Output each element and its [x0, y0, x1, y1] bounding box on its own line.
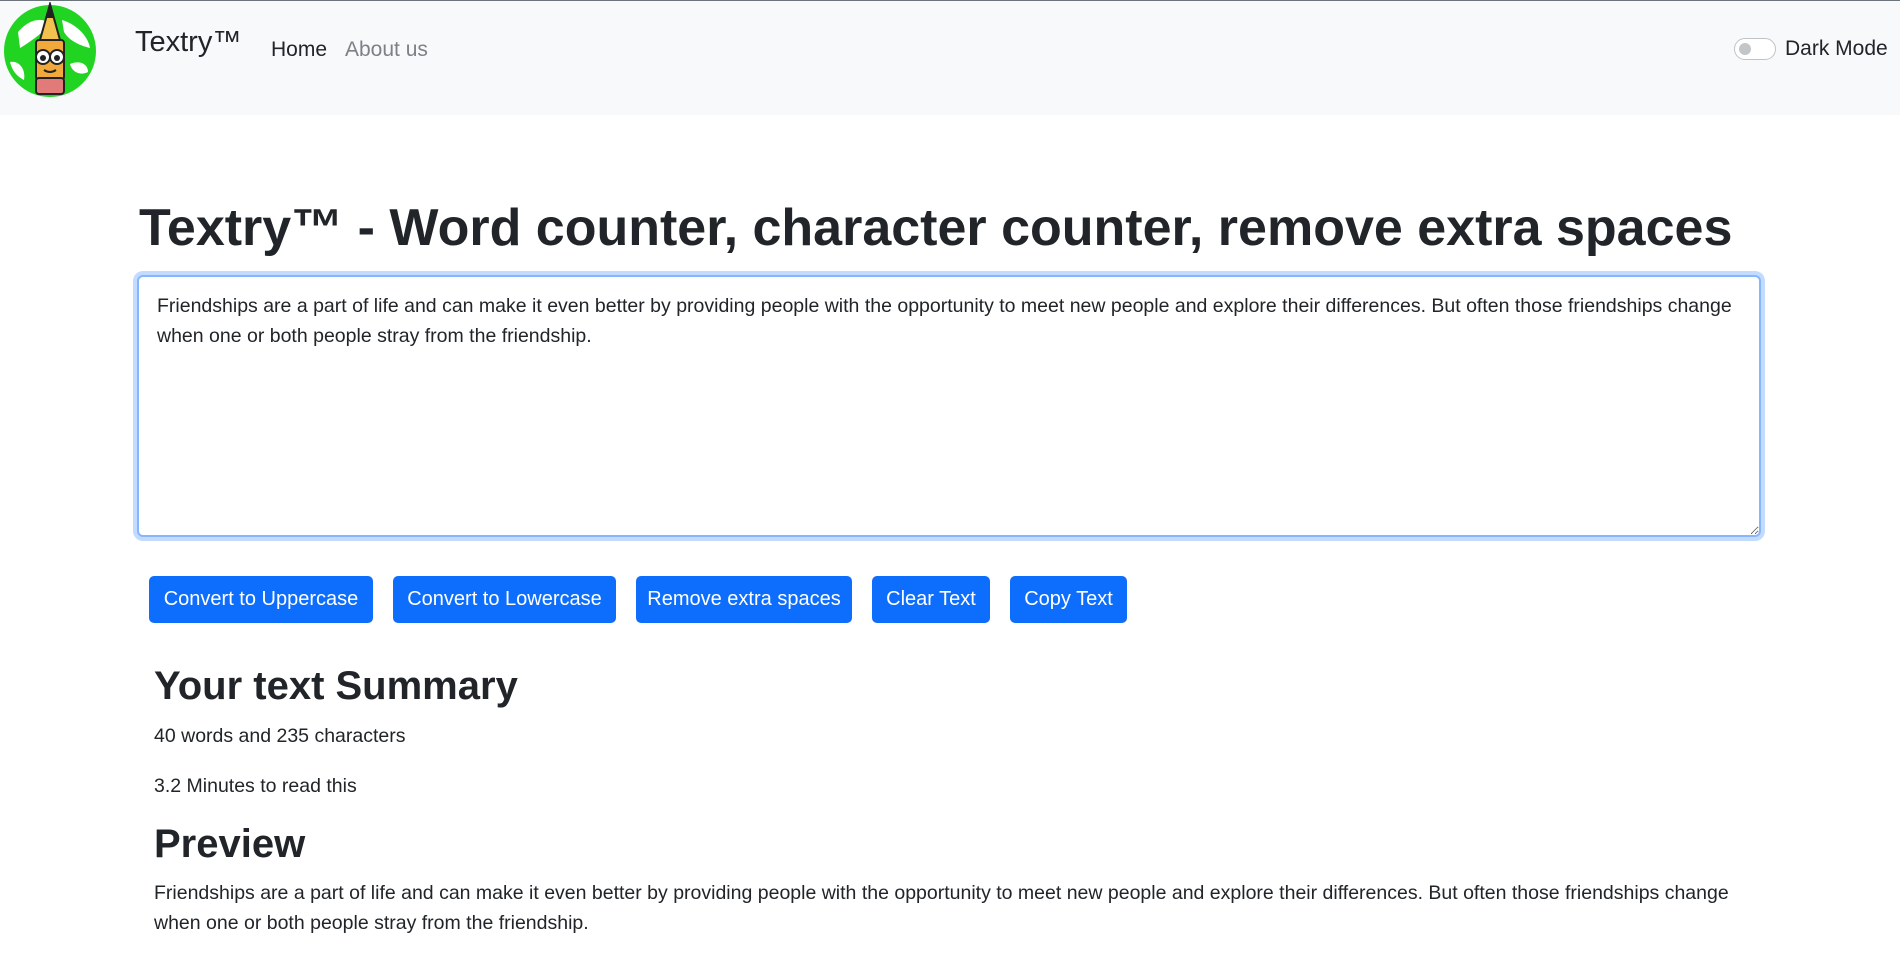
nav-home-link[interactable]: Home [271, 39, 327, 60]
lowercase-button[interactable]: Convert to Lowercase [393, 576, 616, 623]
dark-mode-toggle[interactable] [1734, 38, 1776, 60]
page-title: Textry™ - Word counter, character counte… [139, 199, 1733, 257]
clear-text-button[interactable]: Clear Text [872, 576, 990, 623]
uppercase-button[interactable]: Convert to Uppercase [149, 576, 373, 623]
dark-mode-label[interactable]: Dark Mode [1785, 38, 1888, 59]
brand-link[interactable]: Textry™ [135, 28, 241, 57]
preview-heading: Preview [154, 822, 306, 866]
copy-text-button[interactable]: Copy Text [1010, 576, 1127, 623]
word-char-count: 40 words and 235 characters [154, 725, 406, 747]
summary-heading: Your text Summary [154, 664, 518, 708]
text-input-area[interactable]: Friendships are a part of life and can m… [137, 275, 1761, 537]
nav-about-link[interactable]: About us [345, 39, 428, 60]
preview-text: Friendships are a part of life and can m… [154, 882, 1729, 934]
read-time: 3.2 Minutes to read this [154, 775, 357, 797]
remove-spaces-button[interactable]: Remove extra spaces [636, 576, 852, 623]
navbar: Textry™ Home About us Dark Mode [0, 0, 1900, 115]
pencil-globe-logo-icon[interactable] [0, 0, 100, 100]
toggle-knob [1739, 43, 1751, 55]
